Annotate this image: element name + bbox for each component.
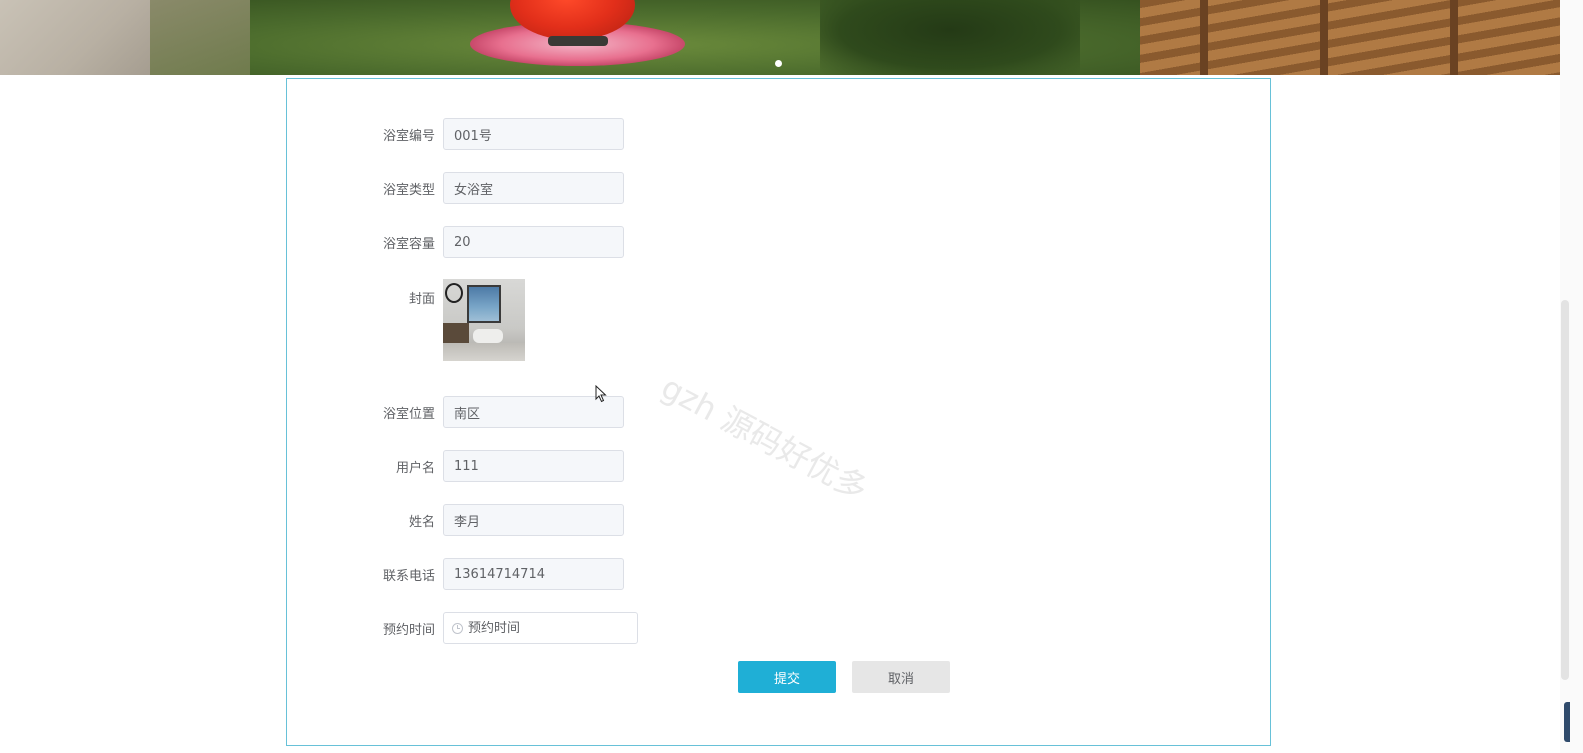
bath-number-field[interactable] — [443, 118, 624, 150]
cover-image[interactable] — [443, 279, 525, 361]
bath-type-field[interactable] — [443, 172, 624, 204]
form-row-bath-capacity: 浴室容量 — [287, 225, 624, 259]
cover-bathtub — [473, 329, 503, 343]
name-field[interactable] — [443, 504, 624, 536]
carousel-indicator-dot[interactable] — [775, 60, 782, 67]
banner-carousel — [0, 0, 1560, 75]
mouse-cursor-icon — [595, 385, 607, 403]
name-label: 姓名 — [408, 514, 435, 530]
booking-time-input[interactable] — [468, 620, 628, 636]
bath-capacity-field[interactable] — [443, 226, 624, 258]
form-row-username: 用户名 — [287, 449, 624, 483]
submit-button[interactable]: 提交 — [738, 661, 836, 693]
booking-time-picker[interactable] — [443, 612, 638, 644]
username-field[interactable] — [443, 450, 624, 482]
side-float-tab[interactable] — [1564, 702, 1570, 742]
bath-type-label: 浴室类型 — [382, 182, 435, 198]
form-actions: 提交 取消 — [738, 661, 950, 693]
banner-deck-post — [1320, 0, 1328, 75]
form-row-bath-location: 浴室位置 — [287, 395, 624, 429]
banner-sculpture-base — [548, 36, 608, 46]
banner-deck-post — [1450, 0, 1458, 75]
banner-tree — [820, 0, 1080, 75]
clock-icon — [452, 622, 463, 634]
phone-label: 联系电话 — [382, 568, 435, 584]
form-row-cover: 封面 — [287, 279, 525, 361]
form-row-bath-number: 浴室编号 — [287, 117, 624, 151]
bath-location-label: 浴室位置 — [382, 406, 435, 422]
scrollbar-thumb[interactable] — [1561, 300, 1569, 680]
form-row-phone: 联系电话 — [287, 557, 624, 591]
cover-window — [467, 285, 501, 323]
bath-capacity-label: 浴室容量 — [382, 236, 435, 252]
bath-number-label: 浴室编号 — [382, 128, 435, 144]
username-label: 用户名 — [395, 460, 435, 476]
form-row-bath-type: 浴室类型 — [287, 171, 624, 205]
banner-deck-post — [1200, 0, 1208, 75]
booking-form-panel: 浴室编号 浴室类型 浴室容量 封面 浴室位置 用户名 姓名 联系电话 — [286, 78, 1271, 746]
cover-cabinet — [443, 323, 469, 343]
cover-floor — [443, 343, 525, 361]
form-row-booking-time: 预约时间 — [287, 611, 638, 645]
phone-field[interactable] — [443, 558, 624, 590]
banner-pavement — [0, 0, 150, 75]
cover-label: 封面 — [408, 292, 435, 307]
booking-time-label: 预约时间 — [382, 622, 435, 638]
cancel-button[interactable]: 取消 — [852, 661, 950, 693]
form-row-name: 姓名 — [287, 503, 624, 537]
cover-mirror — [445, 283, 463, 303]
